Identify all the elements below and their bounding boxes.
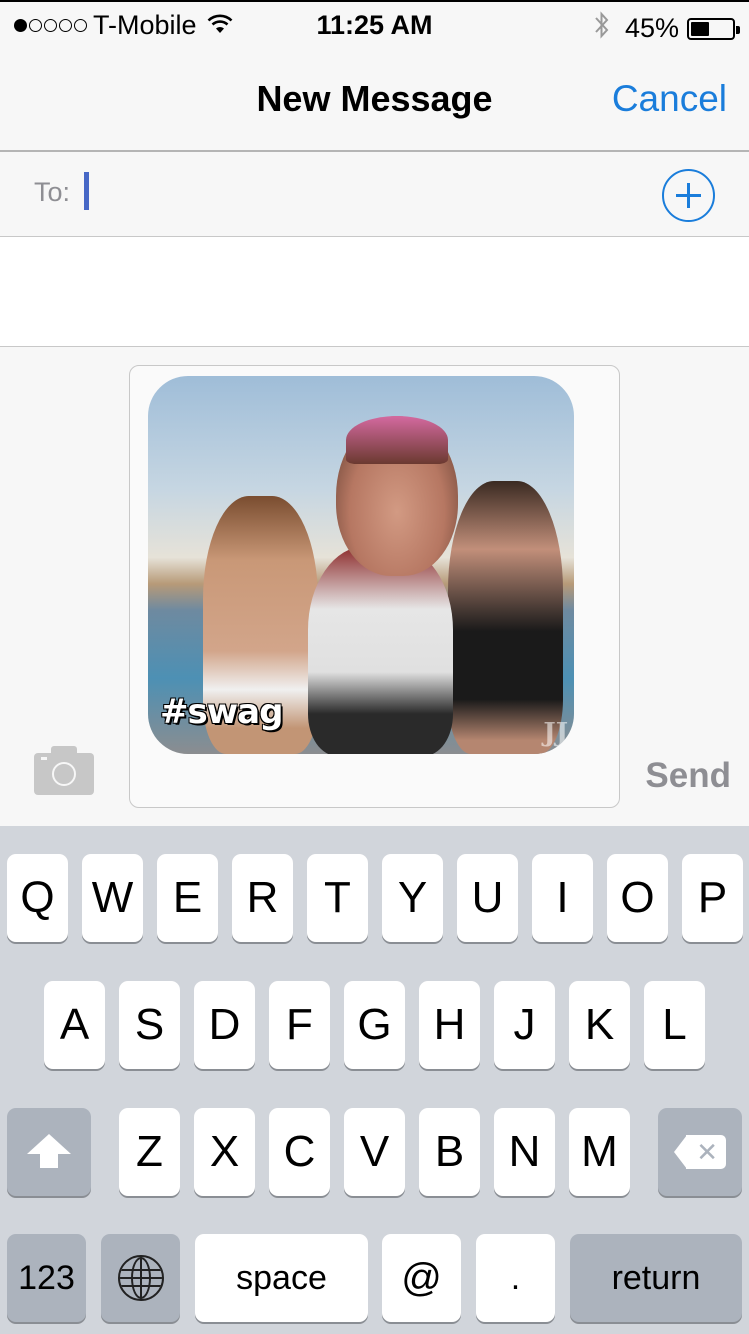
key-v[interactable]: V	[344, 1108, 405, 1196]
globe-icon	[117, 1255, 164, 1301]
status-right: 45%	[593, 10, 740, 47]
battery-icon	[687, 17, 740, 40]
status-bar: T-Mobile 11:25 AM 45%	[0, 0, 749, 50]
key-l[interactable]: L	[644, 981, 705, 1069]
photo-person-center	[308, 546, 453, 754]
key-q[interactable]: Q	[7, 854, 68, 942]
key-r[interactable]: R	[232, 854, 293, 942]
shift-icon	[27, 1132, 71, 1172]
recipient-label: To:	[34, 177, 71, 207]
camera-flash	[41, 757, 47, 760]
send-button[interactable]: Send	[645, 756, 731, 796]
messages-screen: T-Mobile 11:25 AM 45% New Message Cancel…	[0, 0, 749, 1334]
cancel-button[interactable]: Cancel	[612, 78, 727, 120]
key-e[interactable]: E	[157, 854, 218, 942]
return-key[interactable]: return	[570, 1234, 742, 1322]
camera-lens	[52, 762, 76, 786]
key-m[interactable]: M	[569, 1108, 630, 1196]
camera-icon[interactable]	[34, 746, 94, 795]
key-a[interactable]: A	[44, 981, 105, 1069]
key-t[interactable]: T	[307, 854, 368, 942]
key-z[interactable]: Z	[119, 1108, 180, 1196]
text-cursor	[84, 172, 89, 210]
navigation-bar: New Message Cancel	[0, 50, 749, 152]
delete-key[interactable]: ✕	[658, 1108, 742, 1196]
photo-person-right	[448, 481, 563, 754]
key-w[interactable]: W	[82, 854, 143, 942]
battery-nub	[736, 25, 740, 34]
battery-percent: 45%	[624, 13, 679, 43]
gif-caption: #swag	[160, 692, 283, 732]
recipient-row: To:	[0, 152, 749, 237]
key-k[interactable]: K	[569, 981, 630, 1069]
key-p[interactable]: P	[682, 854, 743, 942]
bluetooth-icon	[593, 10, 611, 47]
space-key[interactable]: space	[195, 1234, 368, 1322]
conversation-area	[0, 237, 749, 347]
keyboard: QWERTYUIOP ASDFGHJKL ZXCVBNM ✕ 123 space…	[0, 826, 749, 1334]
gif-watermark: JJ	[543, 718, 568, 748]
shift-key[interactable]	[7, 1108, 91, 1196]
message-input[interactable]: #swag JJ	[129, 365, 620, 808]
photo-face	[336, 416, 458, 576]
key-d[interactable]: D	[194, 981, 255, 1069]
key-s[interactable]: S	[119, 981, 180, 1069]
gif-attachment[interactable]: #swag JJ	[148, 376, 574, 754]
key-x[interactable]: X	[194, 1108, 255, 1196]
key-u[interactable]: U	[457, 854, 518, 942]
photo-hair	[346, 416, 448, 464]
battery-fill	[691, 21, 709, 36]
camera-hump	[51, 746, 77, 755]
delete-icon: ✕	[674, 1135, 726, 1169]
key-y[interactable]: Y	[382, 854, 443, 942]
key-j[interactable]: J	[494, 981, 555, 1069]
key-b[interactable]: B	[419, 1108, 480, 1196]
add-contact-icon[interactable]	[662, 169, 715, 222]
key-h[interactable]: H	[419, 981, 480, 1069]
key-c[interactable]: C	[269, 1108, 330, 1196]
key-g[interactable]: G	[344, 981, 405, 1069]
key-o[interactable]: O	[607, 854, 668, 942]
globe-key[interactable]	[101, 1234, 180, 1322]
numbers-key[interactable]: 123	[7, 1234, 86, 1322]
key-f[interactable]: F	[269, 981, 330, 1069]
key-n[interactable]: N	[494, 1108, 555, 1196]
key-i[interactable]: I	[532, 854, 593, 942]
recipient-input[interactable]	[95, 162, 635, 222]
period-key[interactable]: .	[476, 1234, 555, 1322]
at-key[interactable]: @	[382, 1234, 461, 1322]
compose-bar: #swag JJ Send	[0, 348, 749, 826]
